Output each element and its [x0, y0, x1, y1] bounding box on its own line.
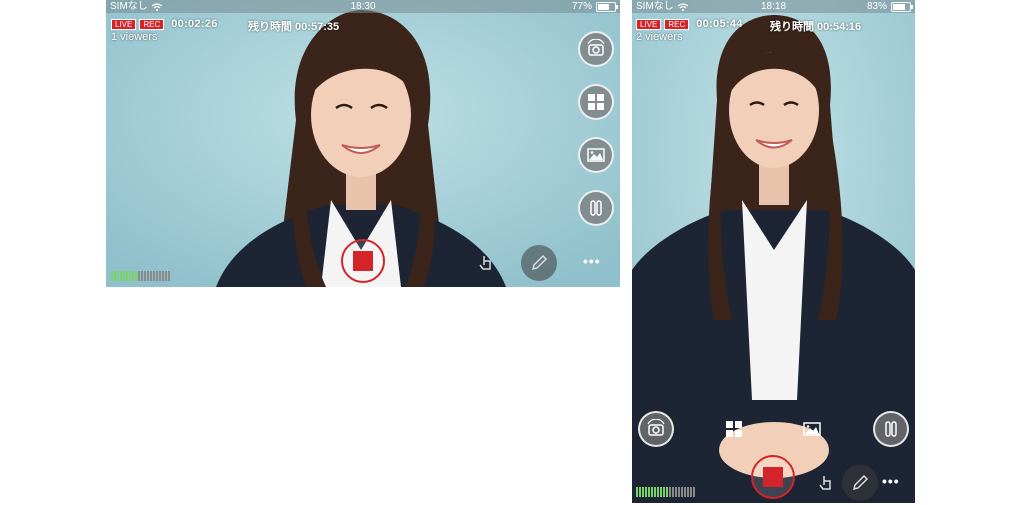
- camera-switch-icon: [587, 39, 605, 56]
- pause-icon: [590, 200, 602, 216]
- meter-segment: [663, 487, 665, 497]
- meter-segment: [675, 487, 677, 497]
- meter-segment: [111, 271, 113, 281]
- meter-segment: [126, 271, 128, 281]
- meter-segment: [162, 271, 164, 281]
- meter-segment: [678, 487, 680, 497]
- meter-segment: [168, 271, 170, 281]
- hand-touch-icon: [479, 256, 491, 270]
- meter-segment: [672, 487, 674, 497]
- camera-switch-button[interactable]: [578, 31, 614, 67]
- remaining-time: 残り時間 00:54:16: [770, 21, 862, 33]
- stop-record-button[interactable]: [341, 239, 385, 283]
- more-icon[interactable]: •••: [583, 253, 601, 269]
- meter-segment: [681, 487, 683, 497]
- meter-segment: [153, 271, 155, 281]
- pause-button[interactable]: [578, 190, 614, 226]
- layout-button[interactable]: [716, 411, 752, 447]
- pen-button[interactable]: [842, 465, 878, 501]
- live-badge: LIVE: [636, 18, 662, 30]
- meter-segment: [642, 487, 644, 497]
- elapsed-timer: 00:05:44: [696, 18, 743, 30]
- meter-segment: [639, 487, 641, 497]
- status-bar: SIMなし 18:18 83%: [632, 0, 915, 13]
- layout-button[interactable]: [578, 84, 614, 120]
- audio-level-meter: [636, 487, 695, 497]
- meter-segment: [693, 487, 695, 497]
- meter-segment: [150, 271, 152, 281]
- rec-badge: REC: [664, 18, 690, 30]
- grid-layout-icon: [588, 94, 604, 110]
- meter-segment: [648, 487, 650, 497]
- meter-segment: [660, 487, 662, 497]
- status-bar: SIMなし 18:30 77%: [106, 0, 620, 13]
- viewer-count: 2 viewers: [636, 31, 683, 43]
- pause-button[interactable]: [873, 411, 909, 447]
- meter-segment: [159, 271, 161, 281]
- camera-switch-icon: [647, 419, 665, 436]
- camera-switch-button[interactable]: [638, 411, 674, 447]
- image-button[interactable]: [794, 411, 830, 447]
- pause-icon: [885, 421, 897, 437]
- meter-segment: [117, 271, 119, 281]
- image-button[interactable]: [578, 137, 614, 173]
- battery-percent: 77%: [571, 1, 592, 12]
- battery-icon: [596, 1, 618, 12]
- landscape-screen: SIMなし 18:30 77% LIVE REC 00:02:26 1 view…: [106, 0, 620, 287]
- meter-segment: [114, 271, 116, 281]
- pen-icon: [852, 474, 869, 491]
- meter-segment: [690, 487, 692, 497]
- meter-segment: [144, 271, 146, 281]
- status-time: 18:30: [350, 1, 376, 12]
- meter-segment: [138, 271, 140, 281]
- remaining-time: 残り時間 00:57:35: [248, 21, 340, 33]
- meter-segment: [120, 271, 122, 281]
- battery-icon: [891, 1, 913, 12]
- meter-segment: [636, 487, 638, 497]
- meter-segment: [654, 487, 656, 497]
- live-badge: LIVE: [111, 18, 137, 30]
- battery-percent: 83%: [866, 1, 887, 12]
- meter-segment: [687, 487, 689, 497]
- image-icon: [587, 148, 605, 162]
- meter-segment: [129, 271, 131, 281]
- pen-button[interactable]: [521, 245, 557, 281]
- meter-segment: [666, 487, 668, 497]
- meter-segment: [651, 487, 653, 497]
- elapsed-timer: 00:02:26: [171, 18, 218, 30]
- stop-record-button[interactable]: [751, 455, 795, 499]
- grid-layout-icon: [726, 421, 742, 437]
- audio-level-meter: [111, 271, 170, 281]
- stop-icon: [353, 251, 373, 271]
- rec-badge: REC: [139, 18, 165, 30]
- meter-segment: [165, 271, 167, 281]
- more-icon[interactable]: •••: [882, 473, 900, 489]
- meter-segment: [141, 271, 143, 281]
- meter-segment: [123, 271, 125, 281]
- meter-segment: [132, 271, 134, 281]
- touch-button[interactable]: [808, 465, 844, 501]
- meter-segment: [684, 487, 686, 497]
- viewer-count: 1 viewers: [111, 31, 158, 43]
- touch-button[interactable]: [468, 245, 504, 281]
- recording-indicator: LIVE REC 00:05:44: [636, 18, 743, 30]
- stop-icon: [763, 467, 783, 487]
- meter-segment: [147, 271, 149, 281]
- hand-touch-icon: [819, 476, 831, 490]
- portrait-screen: SIMなし 18:18 83% LIVE REC 00:05:44 2 view…: [632, 0, 915, 503]
- meter-segment: [135, 271, 137, 281]
- recording-indicator: LIVE REC 00:02:26: [111, 18, 218, 30]
- meter-segment: [669, 487, 671, 497]
- pen-icon: [531, 254, 548, 271]
- meter-segment: [657, 487, 659, 497]
- image-icon: [803, 422, 821, 436]
- meter-segment: [645, 487, 647, 497]
- meter-segment: [156, 271, 158, 281]
